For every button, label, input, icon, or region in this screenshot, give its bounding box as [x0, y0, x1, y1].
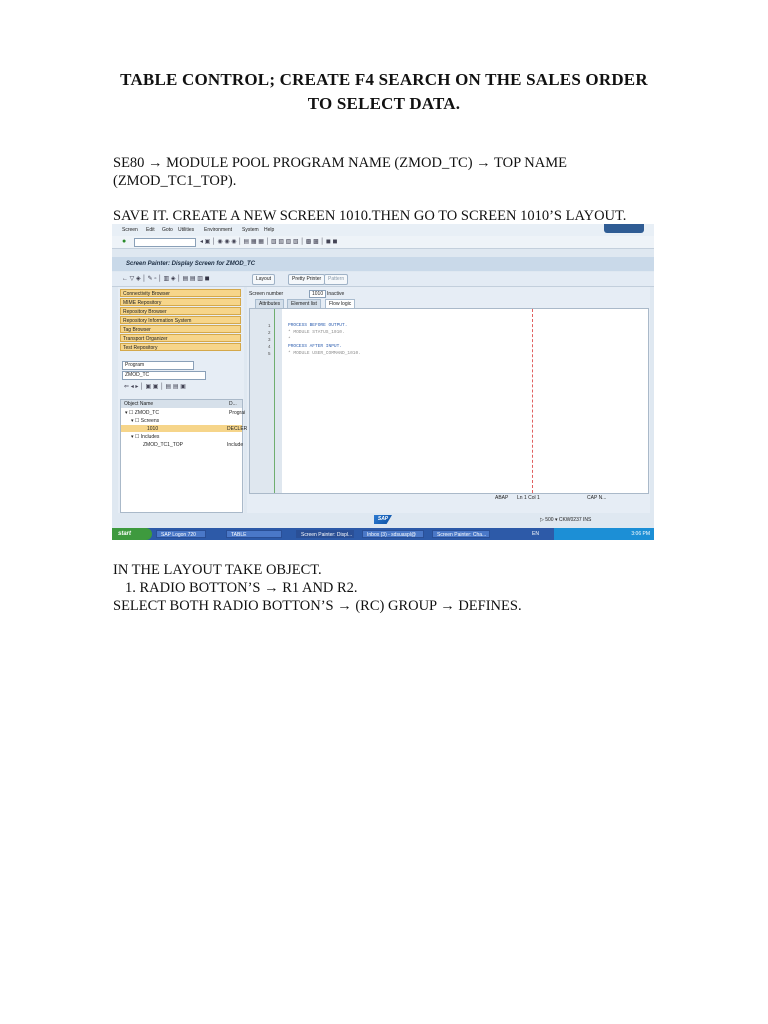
- app-toolbar-icons[interactable]: ← ▽ ◈ │ ✎ ▫ │ ▥ ◈ │ ▤ ▤ ▥ ◼: [122, 275, 210, 282]
- editor-margin-line: [274, 309, 275, 493]
- editor-language: ABAP: [495, 495, 509, 501]
- clock[interactable]: 3:06 PM: [631, 531, 650, 537]
- menu-item-environment[interactable]: Environment: [204, 227, 232, 233]
- editor-mode: CAP N...: [587, 495, 607, 501]
- paragraph-layout: IN THE LAYOUT TAKE OBJECT.: [113, 562, 322, 578]
- paragraph-save: SAVE IT. CREATE A NEW SCREEN 1010.THEN G…: [113, 208, 627, 224]
- task-table-control-doc[interactable]: TABLE CONTROL.doc: [226, 530, 282, 538]
- line-number: 2: [268, 330, 271, 335]
- task-screen-painter-change[interactable]: Screen Painter: Cha...: [432, 530, 490, 538]
- menu-item-system[interactable]: System: [242, 227, 259, 233]
- tree-node-top-include[interactable]: ZMOD_TC1_TOP Include: [143, 442, 243, 448]
- language-indicator[interactable]: EN: [532, 531, 539, 537]
- sap-standard-toolbar: ● ◂ ▣ │ ◉ ◉ ◉ │ ▤ ▦ ▦ │ ▧ ▧ ▧ ▧ │ ▩ ▩ │ …: [112, 236, 654, 249]
- nav-repository-info-system[interactable]: Repository Information System: [120, 316, 241, 324]
- menu-item-goto[interactable]: Goto: [162, 227, 173, 233]
- tree-node-label: ▾ ☐ Screens: [131, 418, 160, 424]
- tree-node-label: 1010: [147, 426, 159, 432]
- pattern-button[interactable]: Pattern: [324, 274, 349, 285]
- line-number: 1: [268, 323, 271, 328]
- object-type-select[interactable]: Program: [122, 361, 194, 370]
- window-controls[interactable]: [604, 224, 644, 233]
- layout-button[interactable]: Layout: [252, 274, 276, 285]
- tree-node-desc: Include: [227, 442, 244, 448]
- task-sap-logon[interactable]: SAP Logon 720: [156, 530, 206, 538]
- line-number: 4: [268, 344, 271, 349]
- title-line-1: TABLE CONTROL; CREATE F4 SEARCH ON THE S…: [120, 70, 648, 89]
- navigation-pane: Connectivity Browser MIME Repository Rep…: [118, 287, 247, 513]
- tree-node-label: ▾ ☐ Includes: [131, 434, 160, 440]
- toolbar-icons[interactable]: ◂ ▣ │ ◉ ◉ ◉ │ ▤ ▦ ▦ │ ▧ ▧ ▧ ▧ │ ▩ ▩ │ ◼ …: [200, 238, 337, 245]
- windows-taskbar: start SAP Logon 720 TABLE CONTROL.doc Sc…: [112, 528, 654, 540]
- code-line: PROCESS AFTER INPUT.: [288, 344, 343, 349]
- menu-item-edit[interactable]: Edit: [146, 227, 155, 233]
- paragraph-se80: SE80 → MODULE POOL PROGRAM NAME (ZMOD_TC…: [113, 154, 567, 190]
- nav-mime-repository[interactable]: MIME Repository: [120, 298, 241, 306]
- nav-transport-organizer[interactable]: Transport Organizer: [120, 334, 241, 342]
- tree-node-desc: Prograi: [229, 410, 246, 416]
- task-screen-painter-display[interactable]: Screen Painter: Displ...: [296, 530, 354, 538]
- system-tray: 3:06 PM: [554, 528, 654, 540]
- tree-toolbar-icons[interactable]: ⇐ ◂ ▸ │ ▣ ▣ │ ▤ ▤ ▣: [124, 383, 186, 390]
- task-inbox[interactable]: Inbox (3) - sdsuaspl@: [362, 530, 424, 538]
- sap-screenshot: Screen Edit Goto Utilities Environment S…: [112, 224, 654, 540]
- nav-test-repository[interactable]: Test Repository: [120, 343, 241, 351]
- tree-node-desc: DECLER: [227, 426, 248, 432]
- line-number: 3: [268, 337, 271, 342]
- editor-cursor-position: Ln 1 Col 1: [517, 495, 540, 501]
- sap-menu-bar: Screen Edit Goto Utilities Environment S…: [112, 224, 654, 236]
- editor-right-margin: [532, 309, 533, 493]
- system-status: ▷ 500 ▾ CKW0237 INS: [540, 517, 592, 523]
- screen-status: Inactive: [327, 291, 345, 297]
- screen-number-field[interactable]: 1010: [309, 290, 327, 298]
- enter-icon[interactable]: ●: [122, 238, 126, 245]
- nav-tag-browser[interactable]: Tag Browser: [120, 325, 241, 333]
- tree-header: Object Name D...: [121, 400, 242, 408]
- object-tree: Object Name D... ▾ ☐ ZMOD_TC Prograi ▾ ☐…: [120, 399, 247, 513]
- command-field[interactable]: [134, 238, 196, 247]
- screen-number-label: Screen number: [249, 291, 284, 297]
- sap-logo: SAP: [374, 515, 392, 524]
- nav-connectivity-browser[interactable]: Connectivity Browser: [120, 289, 241, 297]
- menu-item-help[interactable]: Help: [264, 227, 274, 233]
- tree-node-label: ZMOD_TC1_TOP: [143, 442, 183, 448]
- code-line: * MODULE USER_COMMAND_1010.: [288, 351, 361, 356]
- paragraph-se80-line-1: SE80 → MODULE POOL PROGRAM NAME (ZMOD_TC…: [113, 155, 567, 171]
- start-button[interactable]: start: [112, 528, 152, 540]
- line-number: 5: [268, 351, 271, 356]
- paragraph-se80-line-2: (ZMOD_TC1_TOP).: [113, 173, 237, 189]
- menu-item-screen[interactable]: Screen: [122, 227, 138, 233]
- screen-painter-pane: Screen number 1010 Inactive Attributes E…: [247, 287, 650, 513]
- window-title: Screen Painter: Display Screen for ZMOD_…: [126, 261, 256, 267]
- tree-node-screens[interactable]: ▾ ☐ Screens: [131, 418, 159, 424]
- sap-title-bar: Screen Painter: Display Screen for ZMOD_…: [112, 257, 654, 271]
- application-toolbar: ← ▽ ◈ │ ✎ ▫ │ ▥ ◈ │ ▤ ▤ ▥ ◼ Layout Prett…: [112, 272, 654, 287]
- code-line: * MODULE STATUS_1010.: [288, 330, 345, 335]
- tree-node-program[interactable]: ▾ ☐ ZMOD_TC Prograi: [125, 410, 245, 416]
- tree-node-label: ▾ ☐ ZMOD_TC: [125, 410, 159, 416]
- paragraph-select: SELECT BOTH RADIO BOTTON’S → (RC) GROUP …: [113, 598, 522, 614]
- nav-repository-browser[interactable]: Repository Browser: [120, 307, 241, 315]
- code-line: *: [288, 337, 291, 342]
- title-line-2: TO SELECT DATA.: [307, 94, 461, 113]
- tree-col-description: D...: [229, 401, 237, 407]
- tree-node-includes[interactable]: ▾ ☐ Includes: [131, 434, 159, 440]
- tree-node-1010[interactable]: 1010 DECLER: [121, 425, 247, 432]
- object-name-field[interactable]: ZMOD_TC: [122, 371, 206, 380]
- flow-logic-editor[interactable]: 1 2 3 4 5 PROCESS BEFORE OUTPUT. * MODUL…: [249, 308, 649, 494]
- document-title: TABLE CONTROL; CREATE F4 SEARCH ON THE S…: [0, 68, 768, 116]
- list-item-radio: 1. RADIO BOTTON’S → R1 AND R2.: [125, 580, 358, 596]
- editor-gutter: [250, 309, 282, 493]
- code-line: PROCESS BEFORE OUTPUT.: [288, 323, 348, 328]
- menu-item-utilities[interactable]: Utilities: [178, 227, 194, 233]
- pretty-printer-button[interactable]: Pretty Printer: [288, 274, 326, 285]
- tree-col-object-name: Object Name: [124, 401, 154, 407]
